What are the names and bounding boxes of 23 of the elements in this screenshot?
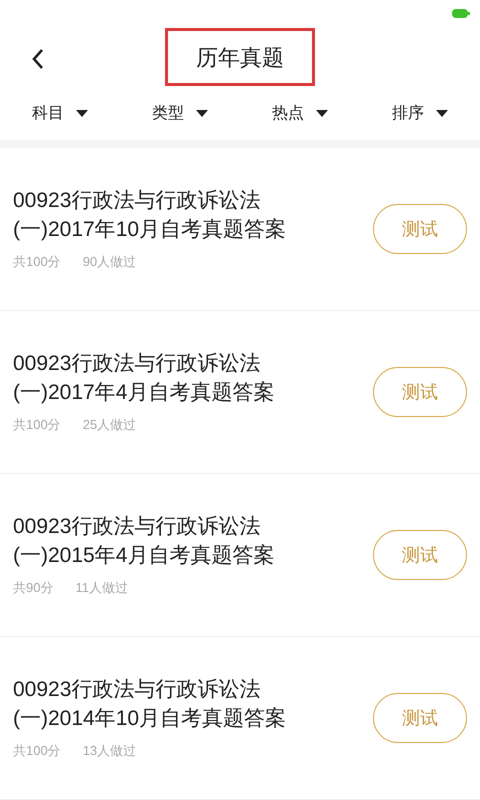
total-score: 共100分 [13, 253, 61, 272]
exam-title: 00923行政法与行政诉讼法 (一)2017年10月自考真题答案 [13, 188, 286, 244]
exam-title: 00923行政法与行政诉讼法 (一)2017年4月自考真题答案 [13, 351, 274, 406]
caret-icon [76, 110, 88, 118]
filter-dropdown[interactable]: 类型 [120, 102, 240, 126]
taken-count: 13人做过 [82, 742, 136, 760]
total-score: 共90分 [13, 579, 54, 598]
total-score: 共100分 [13, 742, 61, 760]
caret-icon [196, 110, 208, 118]
exam-title: 00923行政法与行政诉讼法 (一)2015年4月自考真题答案 [13, 514, 274, 570]
filter-dropdown[interactable]: 排序 [360, 102, 480, 126]
chevron-left-icon [31, 48, 45, 70]
total-score: 共100分 [13, 416, 61, 434]
battery-icon [452, 9, 470, 18]
filter-dropdown[interactable]: 科目 [0, 102, 120, 126]
taken-count: 90人做过 [82, 253, 136, 272]
caret-icon [316, 110, 328, 118]
caret-icon [436, 110, 448, 118]
filter-dropdown[interactable]: 热点 [240, 102, 360, 126]
exam-title: 00923行政法与行政诉讼法 (一)2014年10月自考真题答案 [13, 677, 286, 732]
taken-count: 11人做过 [75, 579, 128, 598]
page-title: 历年真题 [165, 28, 315, 86]
taken-count: 25人做过 [82, 416, 136, 434]
